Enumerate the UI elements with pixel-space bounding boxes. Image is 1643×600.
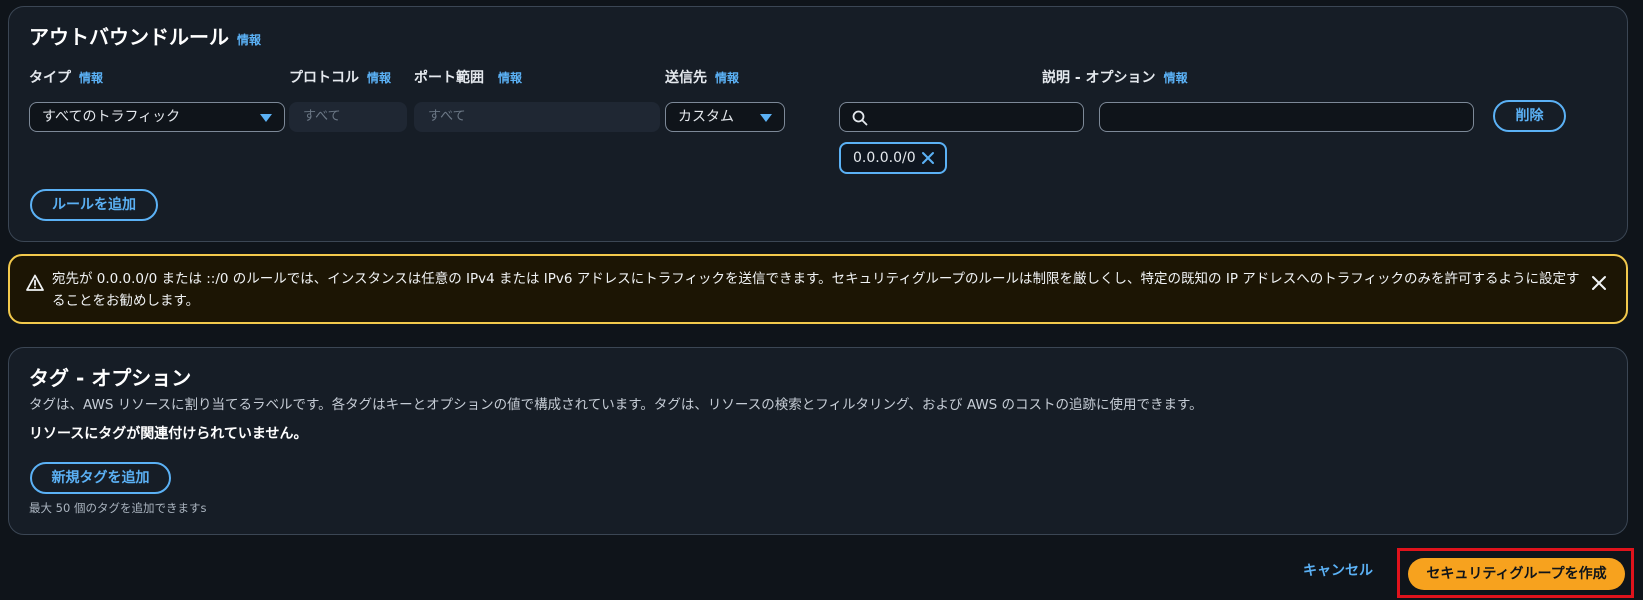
outbound-rules-title: アウトバウンドルール 情報 [29,21,261,50]
type-column-label: タイプ 情報 [29,67,103,87]
search-icon [852,110,868,126]
destination-type-select[interactable]: カスタム [665,102,785,132]
cancel-button[interactable]: キャンセル [1303,560,1373,580]
warning-alert: 宛先が 0.0.0.0/0 または ::/0 のルールでは、インスタンスは任意の… [8,254,1628,324]
add-tag-button[interactable]: 新規タグを追加 [30,462,171,494]
outbound-rules-panel: アウトバウンドルール 情報 タイプ 情報 プロトコル 情報 ポート範囲 情報 送信先 情報… [8,6,1628,242]
type-info-link[interactable]: 情報 [79,71,103,85]
delete-rule-button[interactable]: 削除 [1493,100,1566,132]
type-label: タイプ [29,70,71,86]
description-info-link[interactable]: 情報 [1164,71,1188,85]
warning-text: 宛先が 0.0.0.0/0 または ::/0 のルールでは、インスタンスは任意の… [52,271,1580,309]
caret-down-icon [260,114,272,122]
warning-icon [26,274,44,291]
destination-column-label: 送信先 情報 [665,67,739,87]
protocol-column-label: プロトコル 情報 [289,67,391,87]
port-range-label: ポート範囲 [414,70,484,86]
add-rule-button[interactable]: ルールを追加 [30,189,158,221]
outbound-info-link[interactable]: 情報 [237,33,261,47]
close-icon[interactable] [1590,274,1608,292]
description-label: 説明 - オプション [1042,70,1156,86]
description-column-label: 説明 - オプション 情報 [1042,67,1188,87]
outbound-rules-heading: アウトバウンドルール [29,25,229,49]
protocol-info-link[interactable]: 情報 [367,71,391,85]
description-input[interactable] [1099,102,1474,132]
destination-label: 送信先 [665,70,707,86]
no-tags-message: リソースにタグが関連付けられていません。 [29,426,308,442]
destination-token-label: 0.0.0.0/0 [853,150,916,166]
port-range-input: すべて [414,102,660,132]
destination-search-input[interactable] [839,102,1084,132]
protocol-input: すべて [289,102,407,132]
create-security-group-button[interactable]: セキュリティグループを作成 [1408,558,1625,590]
caret-down-icon [760,114,772,122]
tags-title: タグ - オプション [29,366,192,390]
protocol-label: プロトコル [289,70,359,86]
create-button-highlight: セキュリティグループを作成 [1397,548,1634,598]
destination-token: 0.0.0.0/0 [839,142,947,174]
tags-description: タグは、AWS リソースに割り当てるラベルです。各タグはキーとオプションの値で構… [29,397,1203,413]
destination-info-link[interactable]: 情報 [715,71,739,85]
tag-limit-hint: 最大 50 個のタグを追加できますs [29,501,207,515]
type-select-value: すべてのトラフィック [42,109,181,125]
destination-type-value: カスタム [678,109,734,125]
tags-panel: タグ - オプション タグは、AWS リソースに割り当てるラベルです。各タグはキ… [8,347,1628,535]
type-select[interactable]: すべてのトラフィック [29,102,285,132]
remove-token-icon[interactable] [921,151,935,165]
port-range-info-link[interactable]: 情報 [498,71,522,85]
port-range-column-label: ポート範囲 情報 [414,67,522,87]
